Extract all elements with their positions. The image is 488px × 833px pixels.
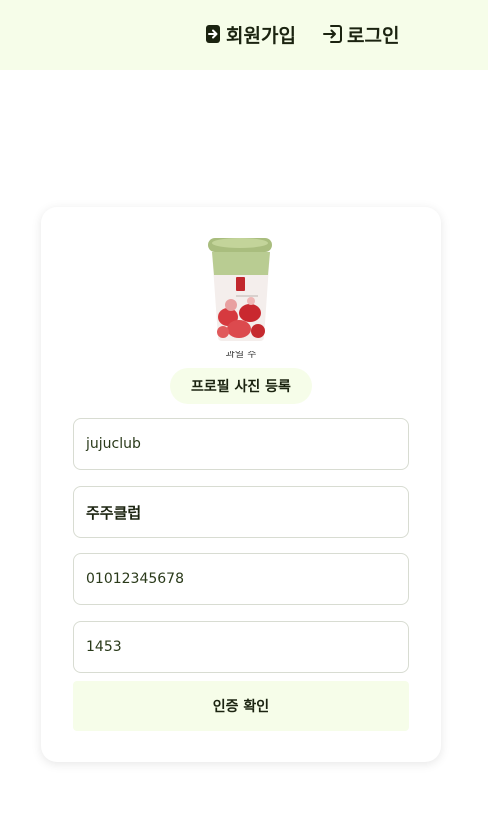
signup-link[interactable]: 회원가입	[203, 20, 296, 48]
signup-label: 회원가입	[226, 24, 296, 47]
profile-photo-upload-button[interactable]: 프로필 사진 등록	[170, 368, 312, 404]
signup-card: 과일 주 프로필 사진 등록 jujuclub 주주클럽 01012345678…	[41, 207, 441, 762]
top-navbar: 회원가입 로그인	[0, 0, 488, 70]
login-label: 로그인	[347, 24, 400, 47]
profile-image[interactable]	[206, 235, 276, 345]
verification-code-field[interactable]: 1453	[73, 621, 409, 673]
login-icon	[322, 23, 344, 45]
verify-button[interactable]: 인증 확인	[73, 681, 409, 731]
nickname-field[interactable]: 주주클럽	[73, 486, 409, 538]
signup-icon	[203, 23, 223, 45]
login-link[interactable]: 로그인	[322, 20, 399, 48]
phone-field[interactable]: 01012345678	[73, 553, 409, 605]
user-id-field[interactable]: jujuclub	[73, 418, 409, 470]
profile-image-caption: 과일 주	[225, 351, 257, 359]
